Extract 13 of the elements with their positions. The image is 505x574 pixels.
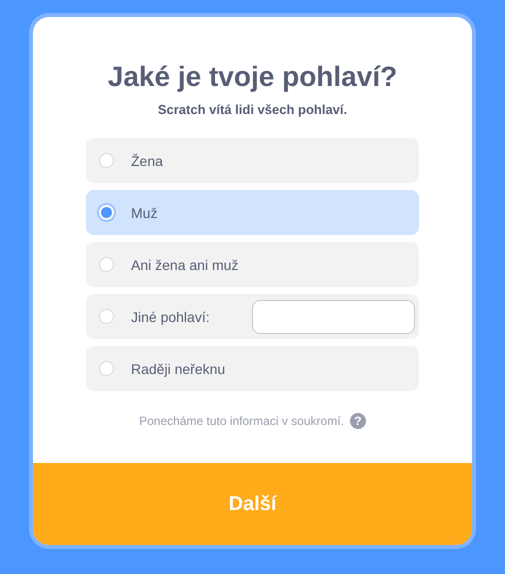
gender-option[interactable]: Jiné pohlaví: [86,294,419,339]
gender-option[interactable]: Ani žena ani muž [86,242,419,287]
subtitle: Scratch vítá lidi všech pohlaví. [158,102,348,117]
gender-option[interactable]: Muž [86,190,419,235]
radio-button[interactable] [99,361,114,376]
title: Jaké je tvoje pohlaví? [108,61,398,93]
privacy-note: Ponecháme tuto informaci v soukromí. [139,414,344,428]
gender-option[interactable]: Žena [86,138,419,183]
radio-button[interactable] [99,153,114,168]
radio-button[interactable] [99,257,114,272]
input-field[interactable] [252,300,415,334]
gender-option[interactable]: Raději neřeknu [86,346,419,391]
radio-button[interactable] [99,309,114,324]
